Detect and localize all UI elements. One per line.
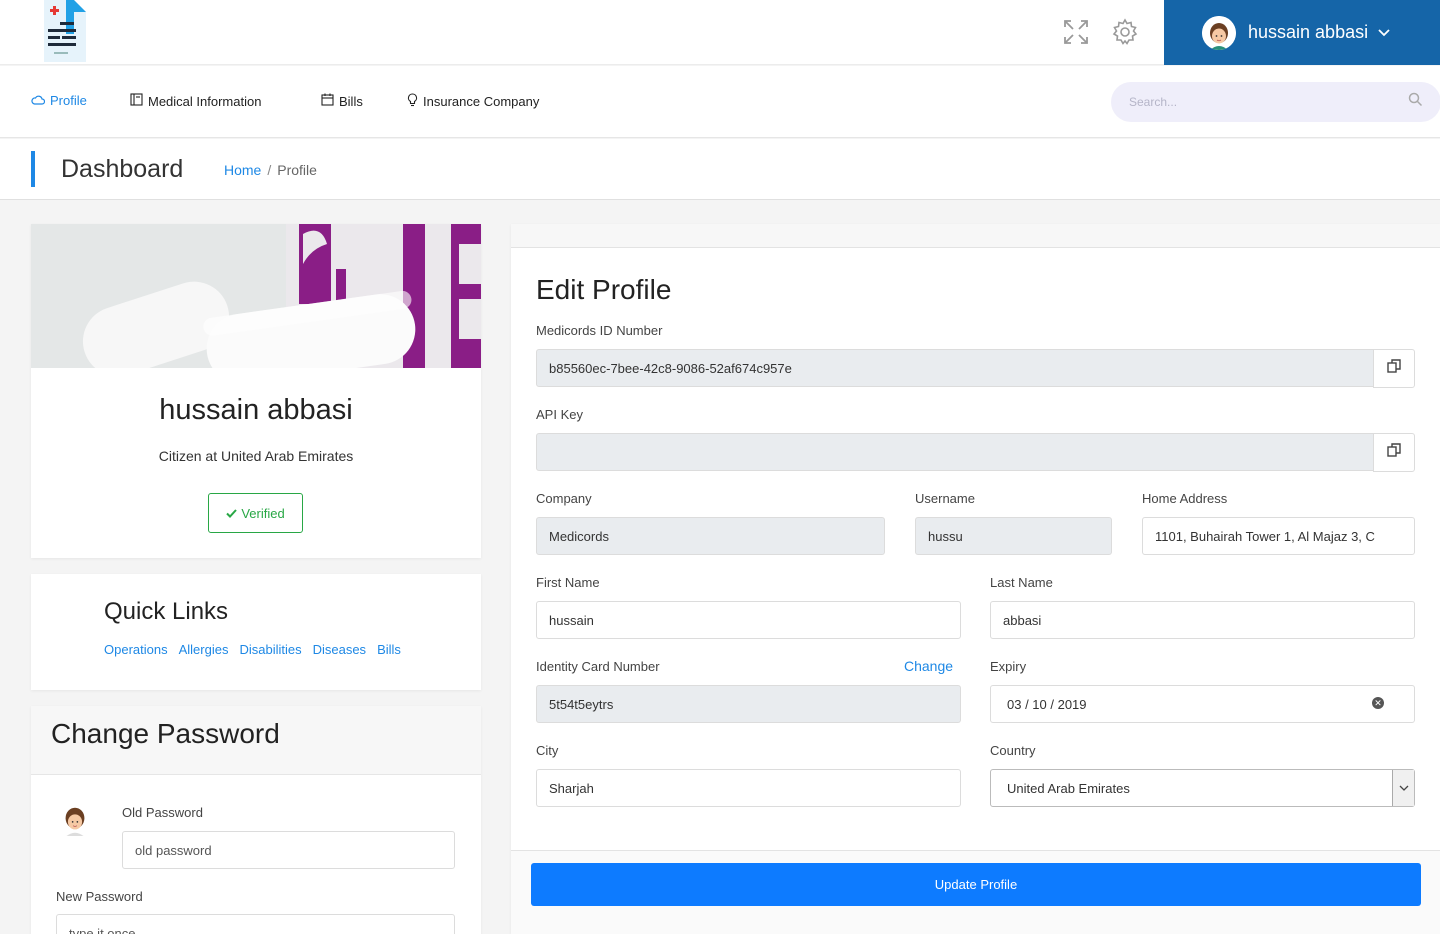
copy-icon xyxy=(1386,442,1402,463)
breadcrumb: Home / Profile xyxy=(224,162,317,178)
nav-item-label: Bills xyxy=(339,93,363,109)
book-icon xyxy=(130,93,143,109)
top-header: hussain abbasi xyxy=(0,0,1440,65)
expiry-value: 03 / 10 / 2019 xyxy=(1007,696,1087,712)
profile-card: hussain abbasi Citizen at United Arab Em… xyxy=(31,224,481,558)
avatar xyxy=(1202,15,1236,50)
home-address-field[interactable]: 1101, Buhairah Tower 1, Al Majaz 3, C xyxy=(1142,517,1415,555)
profile-name: hussain abbasi xyxy=(159,394,353,426)
edit-profile-card: Edit Profile Medicords ID Number b85560e… xyxy=(511,224,1440,934)
country-select[interactable]: United Arab Emirates xyxy=(990,769,1415,807)
cloud-icon xyxy=(31,93,46,108)
identity-card-field[interactable]: 5t54t5eytrs xyxy=(536,685,961,723)
nav-item-bills[interactable]: Bills xyxy=(321,93,363,109)
avatar xyxy=(59,804,91,836)
edit-profile-topbar xyxy=(511,224,1440,248)
search-input[interactable] xyxy=(1129,95,1408,109)
change-password-title: Change Password xyxy=(51,718,280,749)
quick-link-bills[interactable]: Bills xyxy=(377,642,401,657)
username-label: Username xyxy=(915,491,975,506)
page-title-bar: Dashboard Home / Profile xyxy=(0,139,1440,200)
city-field[interactable]: Sharjah xyxy=(536,769,961,807)
chevron-down-icon xyxy=(1392,770,1414,806)
api-key-label: API Key xyxy=(536,407,583,422)
edit-profile-footer: Update Profile xyxy=(511,850,1440,934)
breadcrumb-current: Profile xyxy=(277,162,317,178)
change-password-header: Change Password xyxy=(31,706,481,775)
old-password-field[interactable] xyxy=(122,831,455,869)
home-address-label: Home Address xyxy=(1142,491,1228,506)
edit-profile-title: Edit Profile xyxy=(536,274,672,305)
api-key-field[interactable] xyxy=(536,433,1374,471)
nav-item-label: Insurance Company xyxy=(423,94,540,109)
identity-card-label: Identity Card Number xyxy=(536,659,660,674)
last-name-label: Last Name xyxy=(990,575,1053,590)
bulb-icon xyxy=(407,93,418,110)
quick-link-diseases[interactable]: Diseases xyxy=(313,642,366,657)
search-icon[interactable] xyxy=(1408,92,1423,112)
country-value: United Arab Emirates xyxy=(1007,780,1130,796)
copy-api-key-button[interactable] xyxy=(1373,433,1415,472)
nav-item-label: Profile xyxy=(50,93,87,108)
company-field[interactable]: Medicords xyxy=(536,517,885,555)
clear-date-icon[interactable]: ✕ xyxy=(1372,697,1384,709)
update-profile-button[interactable]: Update Profile xyxy=(531,863,1421,906)
city-label: City xyxy=(536,743,559,758)
change-password-card: Change Password Old Password New Passwor… xyxy=(31,706,481,934)
nav-item-profile[interactable]: Profile xyxy=(31,93,87,108)
user-menu[interactable]: hussain abbasi xyxy=(1164,0,1440,65)
quick-link-disabilities[interactable]: Disabilities xyxy=(239,642,301,657)
nav-item-insurance-company[interactable]: Insurance Company xyxy=(407,93,539,110)
user-name: hussain abbasi xyxy=(1248,22,1369,42)
profile-cover-image xyxy=(31,224,481,368)
medicords-id-label: Medicords ID Number xyxy=(536,323,663,338)
verified-label: Verified xyxy=(241,505,285,521)
new-password-field[interactable] xyxy=(56,914,455,934)
first-name-label: First Name xyxy=(536,575,600,590)
fullscreen-icon[interactable] xyxy=(1061,17,1091,47)
copy-id-button[interactable] xyxy=(1373,349,1415,388)
page-title: Dashboard xyxy=(61,155,184,183)
quick-link-allergies[interactable]: Allergies xyxy=(179,642,229,657)
country-label: Country xyxy=(990,743,1036,758)
quick-links-list: Operations Allergies Disabilities Diseas… xyxy=(104,642,401,657)
nav-item-medical-information[interactable]: Medical Information xyxy=(130,93,261,109)
app-logo[interactable] xyxy=(40,0,86,62)
breadcrumb-home[interactable]: Home xyxy=(224,162,261,178)
old-password-label: Old Password xyxy=(122,805,203,820)
quick-links-card: Quick Links Operations Allergies Disabil… xyxy=(31,574,481,690)
quick-links-title: Quick Links xyxy=(104,598,229,625)
search-box xyxy=(1111,82,1440,122)
check-icon xyxy=(226,506,238,521)
change-id-card-link[interactable]: Change xyxy=(904,658,953,674)
settings-icon[interactable] xyxy=(1110,17,1140,47)
chevron-down-icon xyxy=(1378,26,1390,40)
nav-item-label: Medical Information xyxy=(148,93,262,109)
title-accent-bar xyxy=(31,151,35,187)
main-nav: Profile Medical Information Bills Insura… xyxy=(0,66,1440,138)
quick-link-operations[interactable]: Operations xyxy=(104,642,168,657)
expiry-date-field[interactable]: 03 / 10 / 2019 ✕ xyxy=(990,685,1415,723)
first-name-field[interactable]: hussain xyxy=(536,601,961,639)
expiry-label: Expiry xyxy=(990,659,1027,674)
medicords-id-field[interactable]: b85560ec-7bee-42c8-9086-52af674c957e xyxy=(536,349,1374,387)
username-field[interactable]: hussu xyxy=(915,517,1112,555)
copy-icon xyxy=(1386,358,1402,379)
last-name-field[interactable]: abbasi xyxy=(990,601,1415,639)
new-password-label: New Password xyxy=(56,889,143,904)
company-label: Company xyxy=(536,491,592,506)
profile-role: Citizen at United Arab Emirates xyxy=(158,448,354,464)
verified-badge[interactable]: Verified xyxy=(208,493,303,533)
calendar-icon xyxy=(321,93,334,109)
